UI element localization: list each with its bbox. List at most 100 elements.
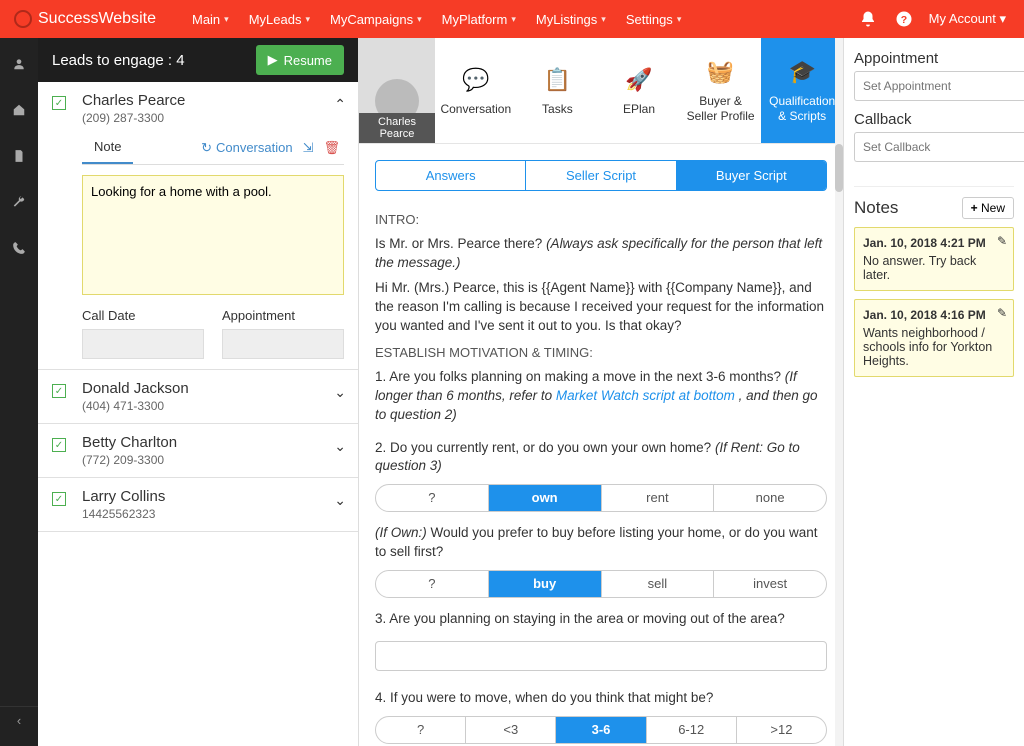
script-heading: ESTABLISH MOTIVATION & TIMING: xyxy=(375,344,827,362)
q3-input[interactable] xyxy=(375,641,827,671)
nav-mylistings[interactable]: MyListings▾ xyxy=(526,2,616,37)
nav-settings[interactable]: Settings▾ xyxy=(616,2,692,37)
appointment-label: Appointment xyxy=(854,50,1014,67)
nav-myleads[interactable]: MyLeads▾ xyxy=(239,2,320,37)
my-account-menu[interactable]: My Account ▾ xyxy=(929,11,1006,27)
topbar: SuccessWebsite Main▾ MyLeads▾ MyCampaign… xyxy=(0,0,1024,38)
trash-icon[interactable]: 🗑 xyxy=(323,140,340,156)
pill-option[interactable]: 6-12 xyxy=(647,717,737,743)
conversation-link[interactable]: ↻Conversation xyxy=(201,140,293,156)
expand-icon[interactable]: ⇲ xyxy=(303,140,314,156)
call-date-label: Call Date xyxy=(82,308,204,323)
rail-document-icon[interactable] xyxy=(0,144,38,168)
lead-phone: (772) 209-3300 xyxy=(82,453,344,467)
leads-panel: Leads to engage : 4 ▶ Resume ✓ Charles P… xyxy=(38,38,358,746)
subtab-buyer[interactable]: Buyer Script xyxy=(677,161,826,190)
note-timestamp: Jan. 10, 2018 4:21 PM xyxy=(863,236,1005,250)
appointment-input[interactable] xyxy=(854,71,1024,101)
nav-myplatform[interactable]: MyPlatform▾ xyxy=(432,2,526,37)
pill-option[interactable]: rent xyxy=(602,485,715,511)
right-column: Appointment 📅 Callback 📅 Notes + New xyxy=(844,38,1024,746)
list-icon: 📋 xyxy=(544,66,571,94)
note-card[interactable]: ✎ Jan. 10, 2018 4:21 PM No answer. Try b… xyxy=(854,227,1014,291)
lead-row[interactable]: ✓ Betty Charlton (772) 209-3300 ⌄ xyxy=(38,424,358,478)
chevron-down-icon[interactable]: ⌄ xyxy=(334,492,346,509)
new-note-button[interactable]: + New xyxy=(962,197,1014,219)
nav-main[interactable]: Main▾ xyxy=(182,2,239,37)
subtab-answers[interactable]: Answers xyxy=(376,161,526,190)
tab-qualification[interactable]: 🎓 Qualification & Scripts xyxy=(761,38,843,143)
caret-down-icon: ▾ xyxy=(224,14,229,25)
appointment-input[interactable] xyxy=(222,329,344,359)
svg-text:?: ? xyxy=(900,14,906,26)
callback-input[interactable] xyxy=(854,132,1024,162)
checkbox-icon[interactable]: ✓ xyxy=(52,438,66,452)
market-watch-link[interactable]: Market Watch script at bottom xyxy=(556,388,735,403)
q2-options: ? own rent none xyxy=(375,484,827,512)
edit-icon[interactable]: ✎ xyxy=(997,306,1007,320)
pill-option[interactable]: 3-6 xyxy=(556,717,646,743)
note-textarea[interactable] xyxy=(82,175,344,295)
tab-note[interactable]: Note xyxy=(82,131,133,164)
note-timestamp: Jan. 10, 2018 4:16 PM xyxy=(863,308,1005,322)
speech-icon: 💬 xyxy=(462,66,489,94)
pill-option[interactable]: invest xyxy=(714,571,826,597)
call-date-input[interactable] xyxy=(82,329,204,359)
pill-option[interactable]: buy xyxy=(489,571,602,597)
refresh-icon: ↻ xyxy=(201,140,212,156)
scrollbar[interactable] xyxy=(835,38,843,746)
tab-eplan[interactable]: 🚀 EPlan xyxy=(598,38,680,143)
tab-conversation[interactable]: 💬 Conversation xyxy=(435,38,517,143)
rail-collapse-icon[interactable]: ‹ xyxy=(0,706,38,734)
tab-tasks[interactable]: 📋 Tasks xyxy=(517,38,599,143)
lead-row[interactable]: ✓ Charles Pearce (209) 287-3300 ⌃ Note ↻… xyxy=(38,82,358,370)
chevron-down-icon[interactable]: ⌄ xyxy=(334,438,346,455)
rail-phone-icon[interactable] xyxy=(0,236,38,260)
pill-option[interactable]: sell xyxy=(602,571,715,597)
lead-phone: (404) 471-3300 xyxy=(82,399,344,413)
resume-button[interactable]: ▶ Resume xyxy=(256,45,344,75)
center-column: Charles Pearce 💬 Conversation 📋 Tasks 🚀 … xyxy=(358,38,844,746)
help-icon[interactable]: ? xyxy=(893,8,915,30)
lead-row[interactable]: ✓ Larry Collins 14425562323 ⌄ xyxy=(38,478,358,532)
note-card[interactable]: ✎ Jan. 10, 2018 4:16 PM Wants neighborho… xyxy=(854,299,1014,377)
notes-title: Notes xyxy=(854,198,898,218)
subtab-seller[interactable]: Seller Script xyxy=(526,161,676,190)
pill-option[interactable]: ? xyxy=(376,717,466,743)
rail-wrench-icon[interactable] xyxy=(0,190,38,214)
caret-down-icon: ▾ xyxy=(601,14,606,25)
play-icon: ▶ xyxy=(268,52,278,68)
caret-down-icon: ▾ xyxy=(305,14,310,25)
bell-icon[interactable] xyxy=(857,8,879,30)
nav-mycampaigns[interactable]: MyCampaigns▾ xyxy=(320,2,432,37)
caret-down-icon: ▾ xyxy=(999,11,1006,26)
rail-home-icon[interactable] xyxy=(0,98,38,122)
tab-profile[interactable]: 🧺 Buyer & Seller Profile xyxy=(680,38,762,143)
q2b-options: ? buy sell invest xyxy=(375,570,827,598)
checkbox-icon[interactable]: ✓ xyxy=(52,96,66,110)
pill-option[interactable]: own xyxy=(489,485,602,511)
chevron-up-icon[interactable]: ⌃ xyxy=(334,96,346,113)
checkbox-icon[interactable]: ✓ xyxy=(52,384,66,398)
chevron-down-icon[interactable]: ⌄ xyxy=(334,384,346,401)
leads-header: Leads to engage : 4 xyxy=(52,52,185,69)
brand-name: SuccessWebsite xyxy=(38,10,156,28)
brand[interactable]: SuccessWebsite xyxy=(0,10,170,28)
checkbox-icon[interactable]: ✓ xyxy=(52,492,66,506)
appointment-label: Appointment xyxy=(222,308,344,323)
edit-icon[interactable]: ✎ xyxy=(997,234,1007,248)
pill-option[interactable]: ? xyxy=(376,571,489,597)
script-subtabs: Answers Seller Script Buyer Script xyxy=(375,160,827,191)
pill-option[interactable]: <3 xyxy=(466,717,556,743)
note-body: No answer. Try back later. xyxy=(863,254,1005,282)
contact-avatar: Charles Pearce xyxy=(359,38,435,143)
rail-user-icon[interactable] xyxy=(0,52,38,76)
note-body: Wants neighborhood / schools info for Yo… xyxy=(863,326,1005,368)
brand-logo-icon xyxy=(14,10,32,28)
pill-option[interactable]: none xyxy=(714,485,826,511)
lead-row[interactable]: ✓ Donald Jackson (404) 471-3300 ⌄ xyxy=(38,370,358,424)
pill-option[interactable]: ? xyxy=(376,485,489,511)
pill-option[interactable]: >12 xyxy=(737,717,826,743)
script-body: INTRO: Is Mr. or Mrs. Pearce there? (Alw… xyxy=(359,191,843,746)
lead-name: Larry Collins xyxy=(82,488,344,505)
